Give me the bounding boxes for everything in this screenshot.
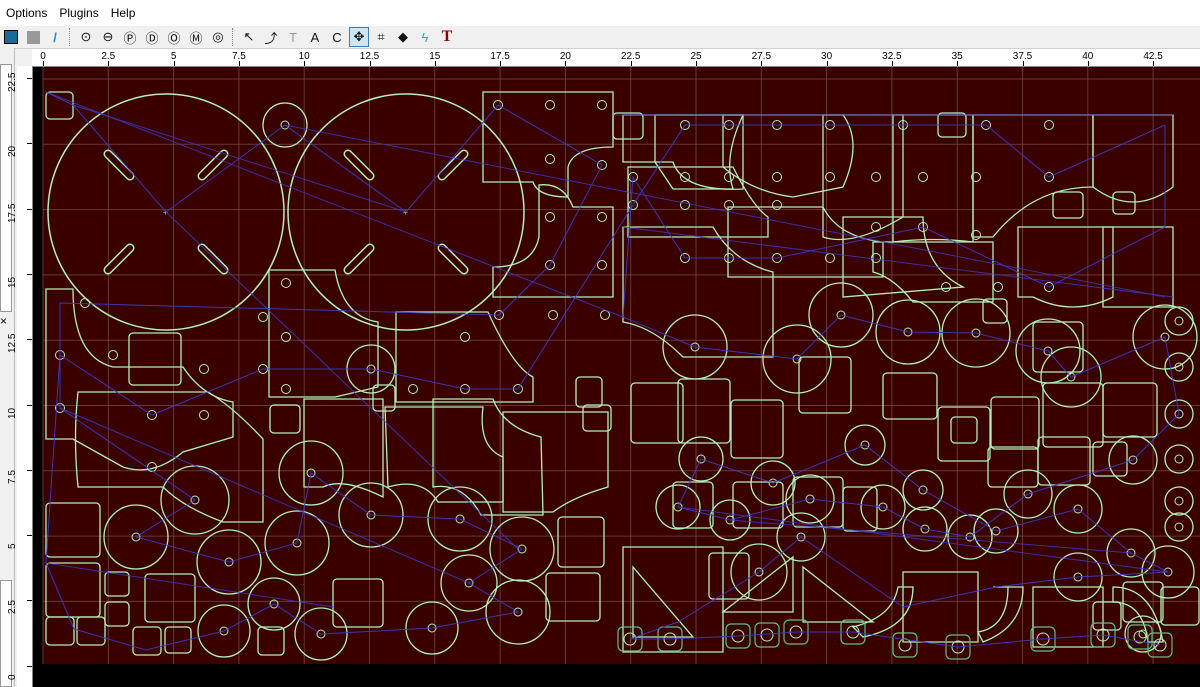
ruler-y-label: 20 bbox=[7, 146, 18, 158]
crop-icon[interactable]: ⌗ bbox=[371, 27, 391, 47]
tool-circle-o-icon[interactable]: Ⓞ bbox=[164, 27, 184, 47]
ruler-y-tick bbox=[27, 469, 32, 471]
ruler-x-tick bbox=[696, 61, 697, 66]
ruler-y-label: 22.5 bbox=[7, 72, 18, 92]
ruler-y-tick bbox=[27, 665, 32, 667]
select-t-icon[interactable]: T bbox=[283, 27, 303, 47]
ruler-y-label: 2.5 bbox=[7, 600, 18, 615]
ruler-y-tick bbox=[27, 339, 32, 341]
ruler-y-tick bbox=[27, 535, 32, 537]
ruler-y-tick bbox=[27, 404, 32, 406]
gray-square-icon[interactable] bbox=[23, 27, 43, 47]
ruler-y-tick bbox=[27, 273, 32, 275]
vertical-ruler: 22.5 20 17.5 15 12.5 10 7.5 5 2.5 0 bbox=[7, 66, 33, 687]
ruler-y-label: 5 bbox=[7, 543, 18, 550]
select-c-icon[interactable]: C bbox=[327, 27, 347, 47]
ruler-x-tick bbox=[565, 61, 567, 66]
menu-options[interactable]: Options bbox=[0, 0, 53, 26]
nesting-canvas[interactable]: + + bbox=[33, 67, 1200, 687]
close-icon[interactable]: × bbox=[0, 314, 7, 328]
center-mark: + bbox=[403, 208, 408, 217]
toolbar: / ⊙ ⊖ Ⓟ Ⓓ Ⓞ Ⓜ ◎ ↖ ⤴ T A C ✥ ⌗ ◆ ϟ T bbox=[0, 26, 1200, 49]
toolbar-separator bbox=[232, 28, 235, 46]
diamond-fill-icon[interactable]: ◆ bbox=[393, 27, 413, 47]
move-cross-icon[interactable]: ✥ bbox=[349, 27, 369, 47]
canvas-bottom-band bbox=[33, 664, 1200, 687]
ruler-x-tick bbox=[957, 61, 959, 66]
tool-circle-split-icon[interactable]: ◎ bbox=[208, 27, 228, 47]
layer-icon[interactable] bbox=[1, 27, 21, 47]
ruler-x-tick bbox=[1153, 61, 1155, 66]
lightning-icon[interactable]: ϟ bbox=[415, 27, 435, 47]
ruler-y-label: 0 bbox=[7, 674, 18, 680]
tool-circle-m-icon[interactable]: Ⓜ bbox=[186, 27, 206, 47]
ruler-x-tick bbox=[630, 61, 632, 66]
text-t-icon[interactable]: T bbox=[437, 27, 457, 47]
toolbar-separator bbox=[69, 28, 72, 46]
tool-circle-down-icon[interactable]: ⊙ bbox=[76, 27, 96, 47]
tool-circle-p-icon[interactable]: Ⓟ bbox=[120, 27, 140, 47]
ruler-x-tick bbox=[43, 61, 44, 66]
select-a-icon[interactable]: A bbox=[305, 27, 325, 47]
ruler-x-tick bbox=[1022, 61, 1024, 66]
ruler-x-tick bbox=[304, 61, 306, 66]
tool-circle-d-icon[interactable]: Ⓓ bbox=[142, 27, 162, 47]
ruler-y-label: 15 bbox=[7, 276, 18, 288]
ruler-y-label: 10 bbox=[7, 407, 18, 419]
ruler-x-tick bbox=[891, 61, 893, 66]
ruler-x-tick bbox=[1087, 61, 1089, 66]
ruler-x-tick bbox=[108, 61, 110, 66]
left-panel-top[interactable] bbox=[0, 64, 12, 312]
select-s-icon[interactable]: ⤴ bbox=[261, 27, 281, 47]
tool-circle-minus-icon[interactable]: ⊖ bbox=[98, 27, 118, 47]
ruler-x-tick bbox=[369, 61, 371, 66]
ruler-y-tick bbox=[27, 143, 32, 145]
ruler-x-tick bbox=[434, 61, 436, 66]
ruler-y-tick bbox=[27, 78, 32, 79]
ruler-y-label: 17.5 bbox=[7, 203, 18, 223]
menu-plugins[interactable]: Plugins bbox=[53, 0, 104, 26]
nesting-svg[interactable]: + + bbox=[33, 67, 1200, 687]
ruler-y-tick bbox=[27, 600, 32, 602]
ruler-x-tick bbox=[761, 61, 763, 66]
menu-bar: Options Plugins Help bbox=[0, 0, 1200, 26]
ruler-y-label: 12.5 bbox=[7, 333, 18, 354]
ruler-x-tick bbox=[238, 61, 240, 66]
left-panel-bottom[interactable] bbox=[0, 580, 12, 687]
menu-help[interactable]: Help bbox=[105, 0, 142, 26]
ruler-y-label: 7.5 bbox=[7, 469, 18, 484]
select-arrow-icon[interactable]: ↖ bbox=[239, 27, 259, 47]
ruler-y-tick bbox=[27, 208, 32, 210]
ruler-x-tick bbox=[173, 61, 175, 66]
ruler-x-tick bbox=[826, 61, 828, 66]
ruler-x-tick bbox=[500, 61, 502, 66]
horizontal-ruler: 0 2.5 5 7.5 10 12.5 15 17.5 20 22.5 25 27.5 30 32.5 35… bbox=[32, 49, 1200, 67]
pen-icon[interactable]: / bbox=[45, 27, 65, 47]
